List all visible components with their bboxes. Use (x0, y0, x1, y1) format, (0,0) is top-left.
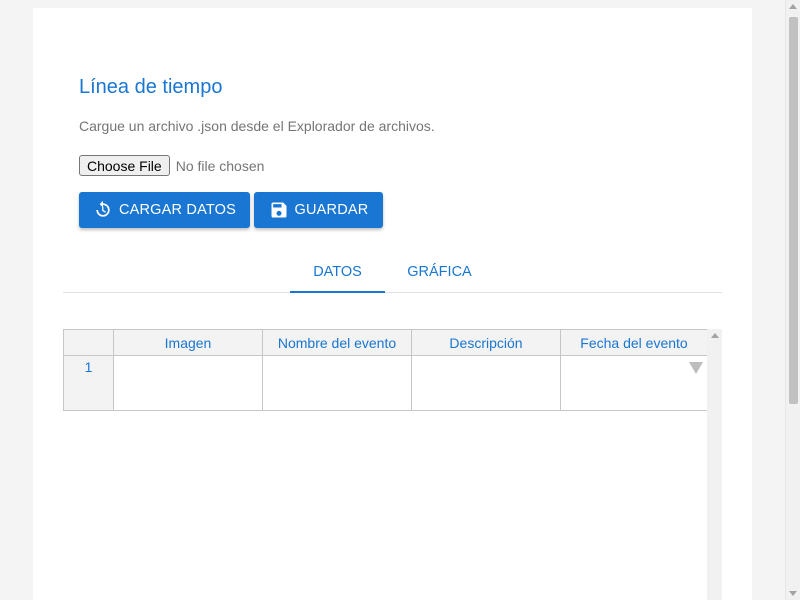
scrollbar-thumb[interactable] (789, 17, 798, 404)
table-row: 1 (63, 355, 708, 411)
cell-descripcion[interactable] (411, 355, 561, 411)
page-title: Línea de tiempo (79, 76, 223, 98)
main-card: Línea de tiempo Cargue un archivo .json … (33, 8, 752, 600)
save-button[interactable]: GUARDAR (254, 192, 383, 228)
save-label: GUARDAR (294, 202, 369, 218)
scroll-down-arrow-icon[interactable] (789, 591, 797, 596)
scroll-up-arrow-icon[interactable] (789, 4, 797, 9)
column-header-descripcion[interactable]: Descripción (411, 329, 561, 356)
grid-scrollbar[interactable] (707, 329, 722, 600)
save-icon (271, 202, 287, 218)
cell-imagen[interactable] (113, 355, 263, 411)
column-header-nombre[interactable]: Nombre del evento (262, 329, 412, 356)
header-row: Imagen Nombre del evento Descripción Fec… (63, 329, 708, 356)
tab-bar: DATOS GRÁFICA (63, 252, 722, 293)
load-data-label: CARGAR DATOS (118, 202, 237, 218)
row-number[interactable]: 1 (63, 355, 114, 411)
page-scrollbar[interactable] (785, 0, 800, 600)
data-table: Imagen Nombre del evento Descripción Fec… (63, 329, 708, 411)
tab-datos[interactable]: DATOS (290, 252, 385, 293)
choose-file-button[interactable]: Choose File (79, 155, 170, 176)
column-header-imagen[interactable]: Imagen (113, 329, 263, 356)
reload-icon (96, 200, 110, 217)
column-header-fecha[interactable]: Fecha del evento (560, 329, 708, 356)
page-subtitle: Cargue un archivo .json desde el Explora… (79, 118, 435, 134)
cell-nombre[interactable] (262, 355, 412, 411)
cell-fecha[interactable] (560, 355, 708, 411)
file-input[interactable]: Choose File No file chosen (79, 155, 264, 176)
data-grid: Imagen Nombre del evento Descripción Fec… (63, 329, 722, 600)
file-status: No file chosen (175, 157, 265, 174)
dropdown-arrow-icon[interactable] (689, 362, 703, 374)
tab-grafica[interactable]: GRÁFICA (392, 252, 487, 292)
load-data-button[interactable]: CARGAR DATOS (79, 192, 250, 228)
corner-cell (63, 329, 114, 356)
scroll-up-arrow-icon[interactable] (711, 333, 719, 338)
